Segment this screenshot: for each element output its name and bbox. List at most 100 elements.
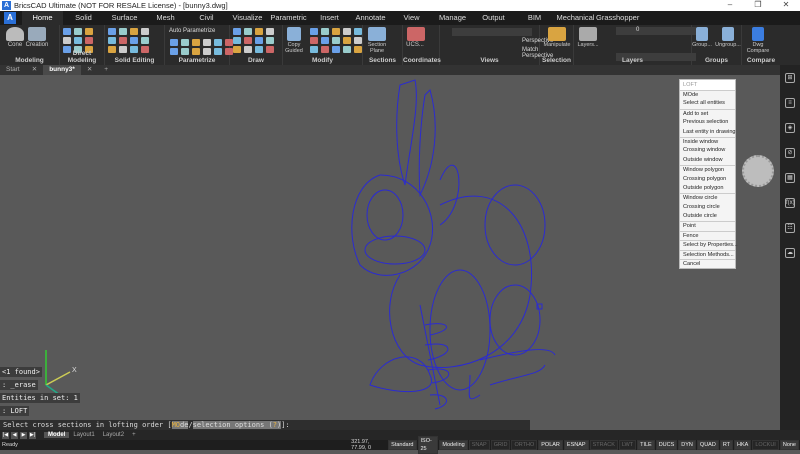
side-panel-icon[interactable]: ⊞ <box>785 73 795 83</box>
tool-icon[interactable] <box>130 28 138 35</box>
menu-item-previous-selection[interactable]: Previous selection <box>680 118 735 127</box>
tool-icon[interactable] <box>255 28 263 35</box>
tab-insert[interactable]: Insert <box>309 11 350 25</box>
tool-icon[interactable] <box>244 46 252 53</box>
tool-icon[interactable] <box>141 37 149 44</box>
view-dropdown[interactable] <box>452 28 532 36</box>
copy-guided-icon[interactable] <box>287 27 301 41</box>
manipulate-button[interactable]: Manipulate <box>543 42 571 48</box>
tool-icon[interactable] <box>354 28 362 35</box>
tool-icon[interactable] <box>108 28 116 35</box>
tab-mechanical[interactable]: Mechanical <box>555 11 596 25</box>
tool-icon[interactable] <box>321 37 329 44</box>
tab-surface[interactable]: Surface <box>104 11 145 25</box>
status-toggle-iso-25[interactable]: ISO-25 <box>417 436 439 454</box>
tool-icon[interactable] <box>119 28 127 35</box>
tab-manage[interactable]: Manage <box>432 11 473 25</box>
tool-icon[interactable] <box>74 28 82 35</box>
menu-item-outside-window[interactable]: Outside window <box>680 156 735 165</box>
new-tab-button[interactable]: + <box>98 65 114 75</box>
side-panel-icon[interactable]: ⊘ <box>785 148 795 158</box>
tab-annotate[interactable]: Annotate <box>350 11 391 25</box>
tool-icon[interactable] <box>170 48 178 55</box>
menu-item-fence[interactable]: Fence <box>680 230 735 240</box>
tool-icon[interactable] <box>141 28 149 35</box>
status-toggle-grid[interactable]: GRID <box>490 440 511 450</box>
keyword-mode[interactable]: MO <box>171 421 181 429</box>
tab-start[interactable]: Start <box>0 65 26 75</box>
tool-icon[interactable] <box>181 39 189 46</box>
command-line[interactable]: Select cross sections in lofting order [… <box>0 420 530 430</box>
cone-icon[interactable] <box>6 27 24 41</box>
status-toggle-ortho[interactable]: ORTHO <box>511 440 538 450</box>
tool-icon[interactable] <box>244 37 252 44</box>
side-panel-icon[interactable]: f(x) <box>785 198 795 208</box>
tool-icon[interactable] <box>310 28 318 35</box>
ucs-icon[interactable] <box>407 27 425 41</box>
tool-icon[interactable] <box>119 37 127 44</box>
tab-bim[interactable]: BIM <box>514 11 555 25</box>
tool-icon[interactable] <box>119 46 127 53</box>
side-panel-icon[interactable]: ◈ <box>785 123 795 133</box>
tool-icon[interactable] <box>233 37 241 44</box>
tool-icon[interactable] <box>266 28 274 35</box>
tool-icon[interactable] <box>255 37 263 44</box>
tool-icon[interactable] <box>233 46 241 53</box>
tab-layout2[interactable]: Layout2 <box>99 432 128 438</box>
tab-home[interactable]: Home <box>22 11 63 25</box>
tab-mesh[interactable]: Mesh <box>145 11 186 25</box>
menu-item-outside-circle[interactable]: Outside circle <box>680 212 735 221</box>
menu-item-window-polygon[interactable]: Window polygon <box>680 165 735 174</box>
tool-icon[interactable] <box>85 37 93 44</box>
group-icon[interactable] <box>696 27 708 41</box>
menu-item-crossing-polygon[interactable]: Crossing polygon <box>680 175 735 184</box>
status-toggle-esnap[interactable]: ESNAP <box>563 440 589 450</box>
menu-item-crossing-circle[interactable]: Crossing circle <box>680 203 735 212</box>
tool-icon[interactable] <box>63 37 71 44</box>
creation-button[interactable]: Creation <box>23 42 51 48</box>
side-panel-icon[interactable]: ≡ <box>785 98 795 108</box>
maximize-button[interactable]: ❐ <box>744 0 772 9</box>
close-button[interactable]: ✕ <box>772 0 800 9</box>
tool-icon[interactable] <box>108 37 116 44</box>
minimize-button[interactable]: – <box>716 0 744 9</box>
tool-icon[interactable] <box>310 37 318 44</box>
menu-item-cancel[interactable]: Cancel <box>680 259 735 268</box>
tool-icon[interactable] <box>192 48 200 55</box>
tool-icon[interactable] <box>203 48 211 55</box>
tool-icon[interactable] <box>214 39 222 46</box>
creation-icon[interactable] <box>28 27 46 41</box>
tool-icon[interactable] <box>343 46 351 53</box>
tab-parametric[interactable]: Parametric <box>268 11 309 25</box>
status-toggle-none[interactable]: None <box>779 440 799 450</box>
nav-first-button[interactable]: |◀ <box>2 431 9 439</box>
status-toggle-lwt[interactable]: LWT <box>618 440 637 450</box>
tool-icon[interactable] <box>170 39 178 46</box>
tool-icon[interactable] <box>233 28 241 35</box>
status-toggle-ducs[interactable]: DUCS <box>655 440 678 450</box>
status-toggle-hka[interactable]: HKA <box>734 440 752 450</box>
layers-button[interactable]: Layers... <box>574 42 602 48</box>
app-menu-button[interactable]: A <box>4 12 16 24</box>
ucs-button[interactable]: UCS... <box>401 42 429 48</box>
tool-icon[interactable] <box>332 37 340 44</box>
tab-solid[interactable]: Solid <box>63 11 104 25</box>
tool-icon[interactable] <box>321 28 329 35</box>
tool-icon[interactable] <box>343 37 351 44</box>
tool-icon[interactable] <box>321 46 329 53</box>
tool-icon[interactable] <box>130 46 138 53</box>
layer-dropdown[interactable]: 0 <box>616 27 696 35</box>
dwg-compare-button[interactable]: Dwg Compare <box>744 42 772 54</box>
menu-item-select-all-entities[interactable]: Select all entities <box>680 99 735 108</box>
tool-icon[interactable] <box>244 28 252 35</box>
menu-item-add-to-set[interactable]: Add to set <box>680 108 735 118</box>
status-toggle-rt[interactable]: RT <box>719 440 734 450</box>
tool-icon[interactable] <box>214 48 222 55</box>
keyword-selection-options[interactable]: selection options ( <box>192 421 273 429</box>
tool-icon[interactable] <box>203 39 211 46</box>
tool-icon[interactable] <box>266 46 274 53</box>
tool-icon[interactable] <box>192 39 200 46</box>
menu-item-outside-polygon[interactable]: Outside polygon <box>680 184 735 193</box>
layers-icon[interactable] <box>579 27 597 41</box>
status-toggle-snap[interactable]: SNAP <box>468 440 490 450</box>
